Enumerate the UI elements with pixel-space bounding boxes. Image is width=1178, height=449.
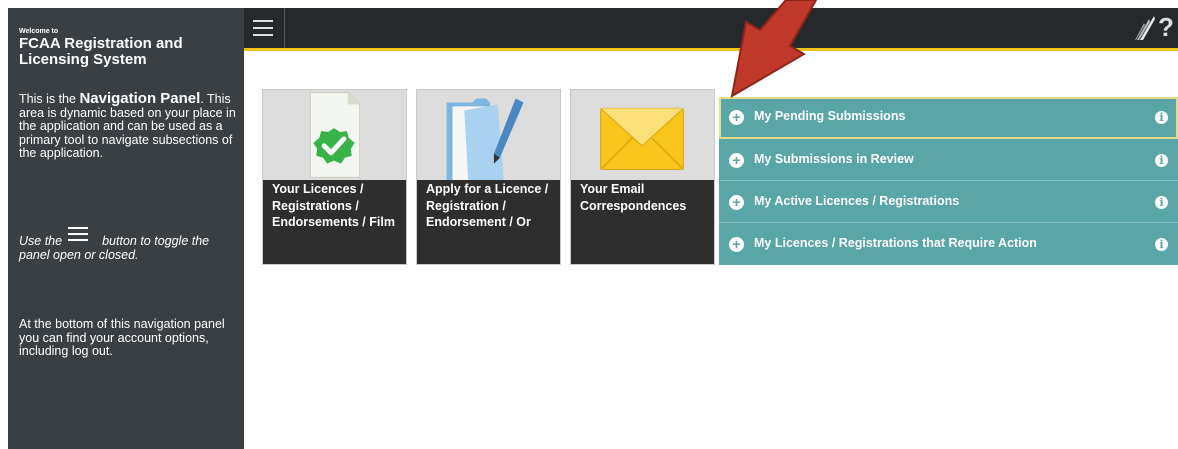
tile-label: Apply for a Licence / Registration / End… [417,180,560,264]
plus-icon: + [729,110,744,125]
tile-label: Your Licences / Registrations / Endorsem… [263,180,406,264]
help-button[interactable]: ? [1158,12,1174,43]
plus-icon: + [729,153,744,168]
plus-icon: + [729,195,744,210]
welcome-label: Welcome to [19,28,59,35]
info-icon[interactable]: i [1155,196,1168,209]
hamburger-menu-button[interactable] [244,8,285,48]
info-icon[interactable]: i [1155,238,1168,251]
navigation-panel: Welcome to FCAA Registration and Licensi… [8,8,244,449]
accordion-label: My Licences / Registrations that Require… [754,236,1037,250]
accordion-label: My Submissions in Review [754,152,914,166]
saskatchewan-logo-icon [1135,16,1155,40]
tile-email-correspondences[interactable]: Your Email Correspondences [570,89,715,265]
tile-label: Your Email Correspondences [571,180,714,264]
accordion-submissions-in-review[interactable]: + My Submissions in Review i [719,139,1178,181]
submissions-accordion: + My Pending Submissions i + My Submissi… [719,97,1178,265]
accordion-pending-submissions[interactable]: + My Pending Submissions i [719,97,1178,139]
accordion-label: My Pending Submissions [754,109,906,123]
top-bar: ? [244,8,1178,51]
info-icon[interactable]: i [1155,154,1168,167]
hamburger-icon [68,227,89,241]
accordion-label: My Active Licences / Registrations [754,194,960,208]
intro-bold: Navigation Panel [79,90,201,107]
annotation-arrow-icon [730,0,818,98]
green-check-document-icon [309,92,361,178]
plus-icon: + [729,237,744,252]
app-title: FCAA Registration and Licensing System [19,35,183,68]
envelope-icon [600,107,684,171]
intro-text: This is the Navigation Panel. This area … [19,90,236,160]
accordion-active-licences[interactable]: + My Active Licences / Registrations i [719,181,1178,223]
accordion-require-action[interactable]: + My Licences / Registrations that Requi… [719,223,1178,265]
tile-apply-for-licence[interactable]: Apply for a Licence / Registration / End… [416,89,561,265]
toggle-help-text: Use the button to toggle the panel open o… [19,227,241,262]
account-options-text: At the bottom of this navigation panel y… [19,317,225,358]
info-icon[interactable]: i [1155,111,1168,124]
tile-your-licences[interactable]: Your Licences / Registrations / Endorsem… [262,89,407,265]
folder-pen-icon [446,98,524,182]
